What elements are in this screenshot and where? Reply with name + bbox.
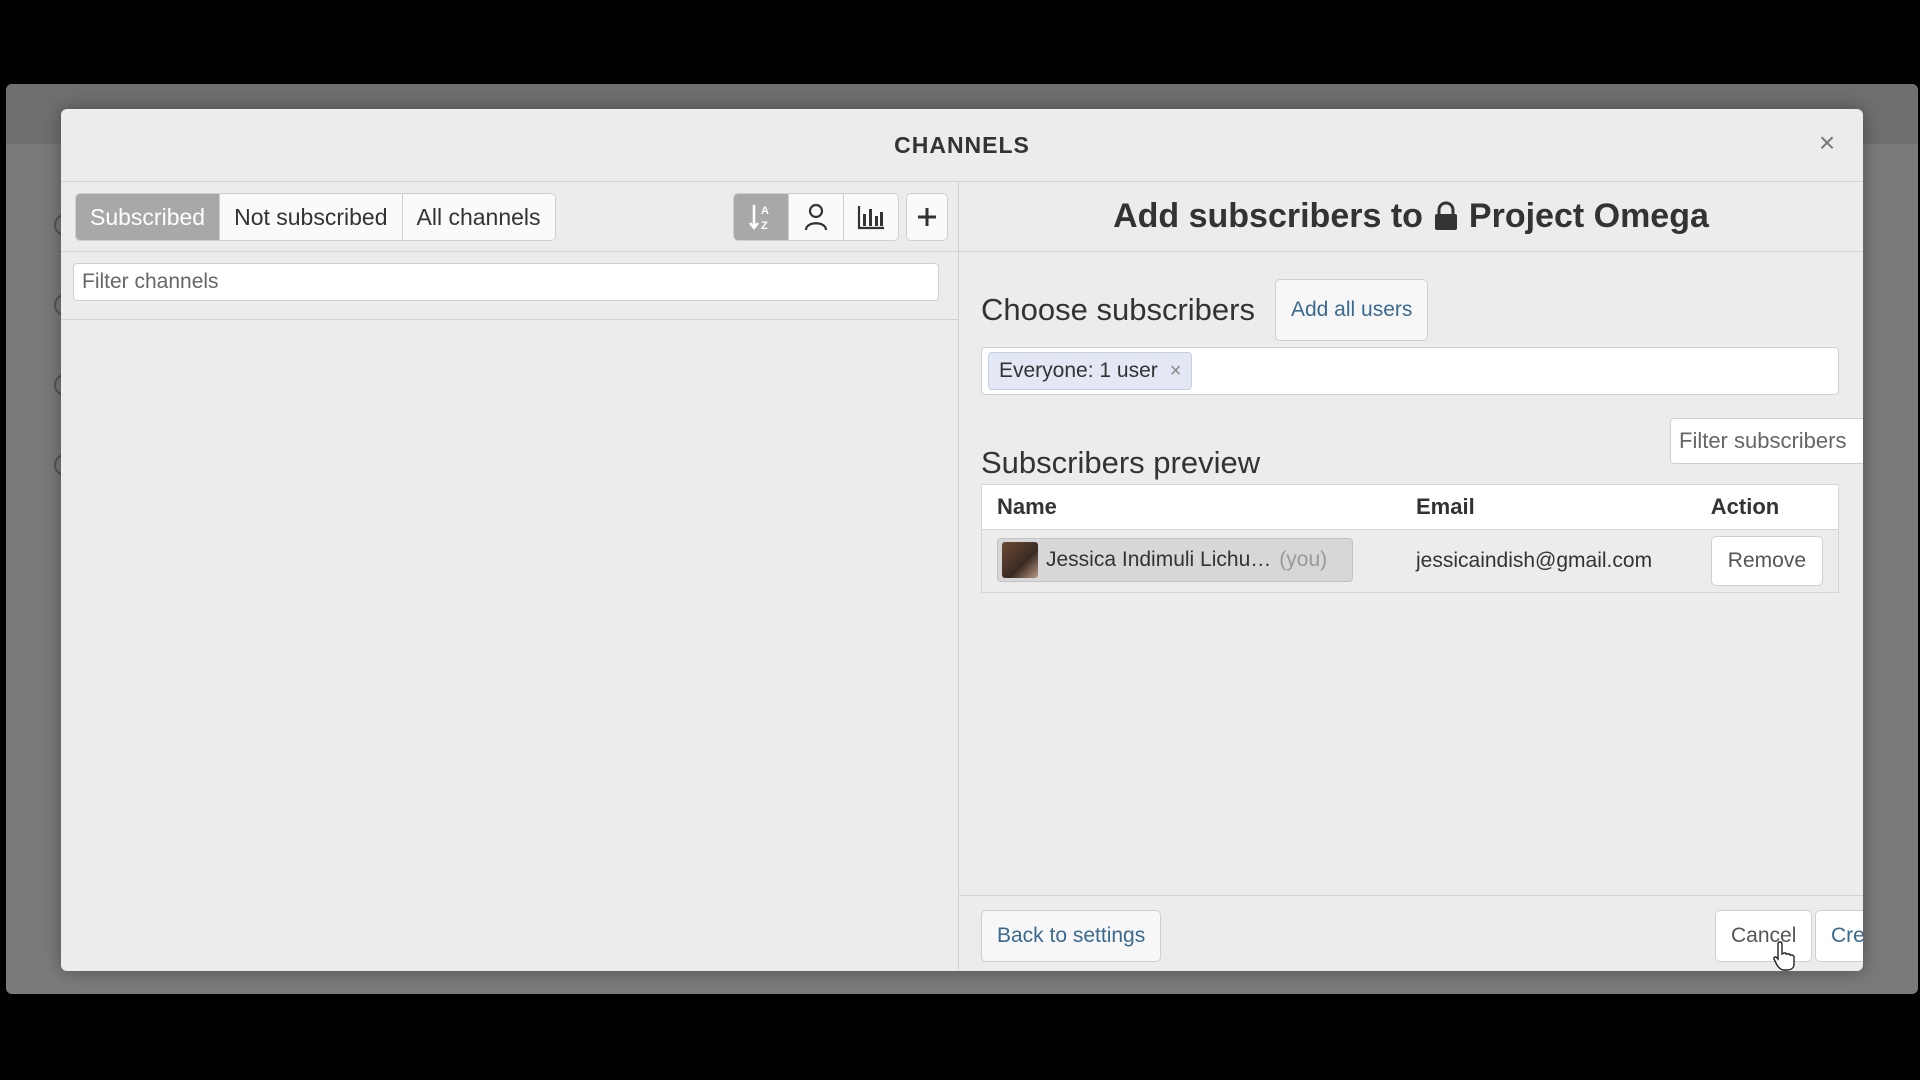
plus-icon — [918, 208, 936, 226]
subscriber-email: jessicaindish@gmail.com — [1401, 529, 1696, 593]
user-icon — [804, 203, 828, 231]
table-header-row: Name Email Action — [981, 484, 1839, 530]
remove-pill-icon[interactable]: × — [1170, 360, 1182, 383]
column-header-name: Name — [981, 484, 1401, 530]
remove-subscriber-button[interactable]: Remove — [1710, 536, 1823, 586]
sort-activity-button[interactable] — [844, 194, 898, 240]
channels-modal: CHANNELS × Subscribed Not subscribed All… — [61, 109, 1863, 971]
modal-footer: Back to settings Cancel Create — [959, 895, 1863, 971]
svg-text:Z: Z — [761, 220, 768, 232]
cancel-button[interactable]: Cancel — [1715, 910, 1813, 962]
sort-subscribers-button[interactable] — [789, 194, 844, 240]
channel-name: Project Omega — [1468, 196, 1709, 235]
tab-subscribed[interactable]: Subscribed — [76, 194, 221, 240]
subscribers-preview-title: Subscribers preview — [981, 445, 1261, 480]
choose-subscribers-title: Choose subscribers — [981, 292, 1255, 327]
filter-subscribers-input[interactable] — [1670, 418, 1863, 464]
subscriber-action-cell: Remove — [1695, 529, 1839, 593]
create-button[interactable]: Create — [1815, 910, 1863, 962]
lock-icon — [1434, 201, 1457, 230]
header-prefix: Add subscribers to — [1113, 196, 1423, 235]
subscriber-name: Jessica Indimuli Lichu… — [1046, 548, 1272, 571]
user-pill[interactable]: Jessica Indimuli Lichu… (you) — [997, 538, 1353, 582]
tab-not-subscribed[interactable]: Not subscribed — [220, 194, 403, 240]
you-tag: (you) — [1279, 548, 1328, 571]
add-all-users-button[interactable]: Add all users — [1274, 279, 1429, 341]
add-subscribers-header: Add subscribers to Project Omega — [959, 181, 1863, 252]
modal-title: CHANNELS — [894, 131, 1030, 158]
filter-channels-row — [61, 251, 958, 320]
subscribers-table: Name Email Action Jessica Indimuli Lichu… — [981, 484, 1839, 593]
bar-chart-icon — [857, 206, 884, 230]
subscriber-pill-input[interactable]: Everyone: 1 user × — [981, 347, 1839, 395]
sort-options: A Z — [733, 193, 899, 241]
choose-subscribers-row: Choose subscribers Add all users — [981, 279, 1429, 341]
modal-header: CHANNELS × — [61, 109, 1863, 182]
subscriber-name-cell: Jessica Indimuli Lichu… (you) — [981, 529, 1401, 593]
close-icon[interactable]: × — [1811, 127, 1843, 159]
avatar — [1002, 542, 1038, 578]
add-channel-button[interactable] — [906, 193, 948, 241]
pointer-cursor-icon — [1773, 941, 1795, 971]
add-subscribers-title: Add subscribers to Project Omega — [1113, 197, 1709, 236]
svg-text:A: A — [761, 205, 769, 217]
sort-alpha-button[interactable]: A Z — [734, 194, 789, 240]
table-row: Jessica Indimuli Lichu… (you) jessicaind… — [981, 529, 1839, 593]
add-subscribers-pane: Add subscribers to Project Omega Choose … — [959, 181, 1863, 971]
pill-label: Everyone: 1 user — [999, 359, 1158, 382]
column-header-action: Action — [1695, 484, 1839, 530]
column-header-email: Email — [1401, 484, 1696, 530]
sort-alpha-icon: A Z — [749, 205, 769, 232]
back-to-settings-button[interactable]: Back to settings — [981, 910, 1162, 962]
channel-list-pane: Subscribed Not subscribed All channels A… — [61, 181, 959, 971]
tab-all-channels[interactable]: All channels — [402, 194, 555, 240]
channel-toolbar: Subscribed Not subscribed All channels A… — [61, 181, 958, 252]
filter-channels-input[interactable] — [73, 263, 939, 301]
channel-filter-tabs: Subscribed Not subscribed All channels — [75, 193, 556, 241]
subscriber-group-pill: Everyone: 1 user × — [988, 352, 1193, 390]
